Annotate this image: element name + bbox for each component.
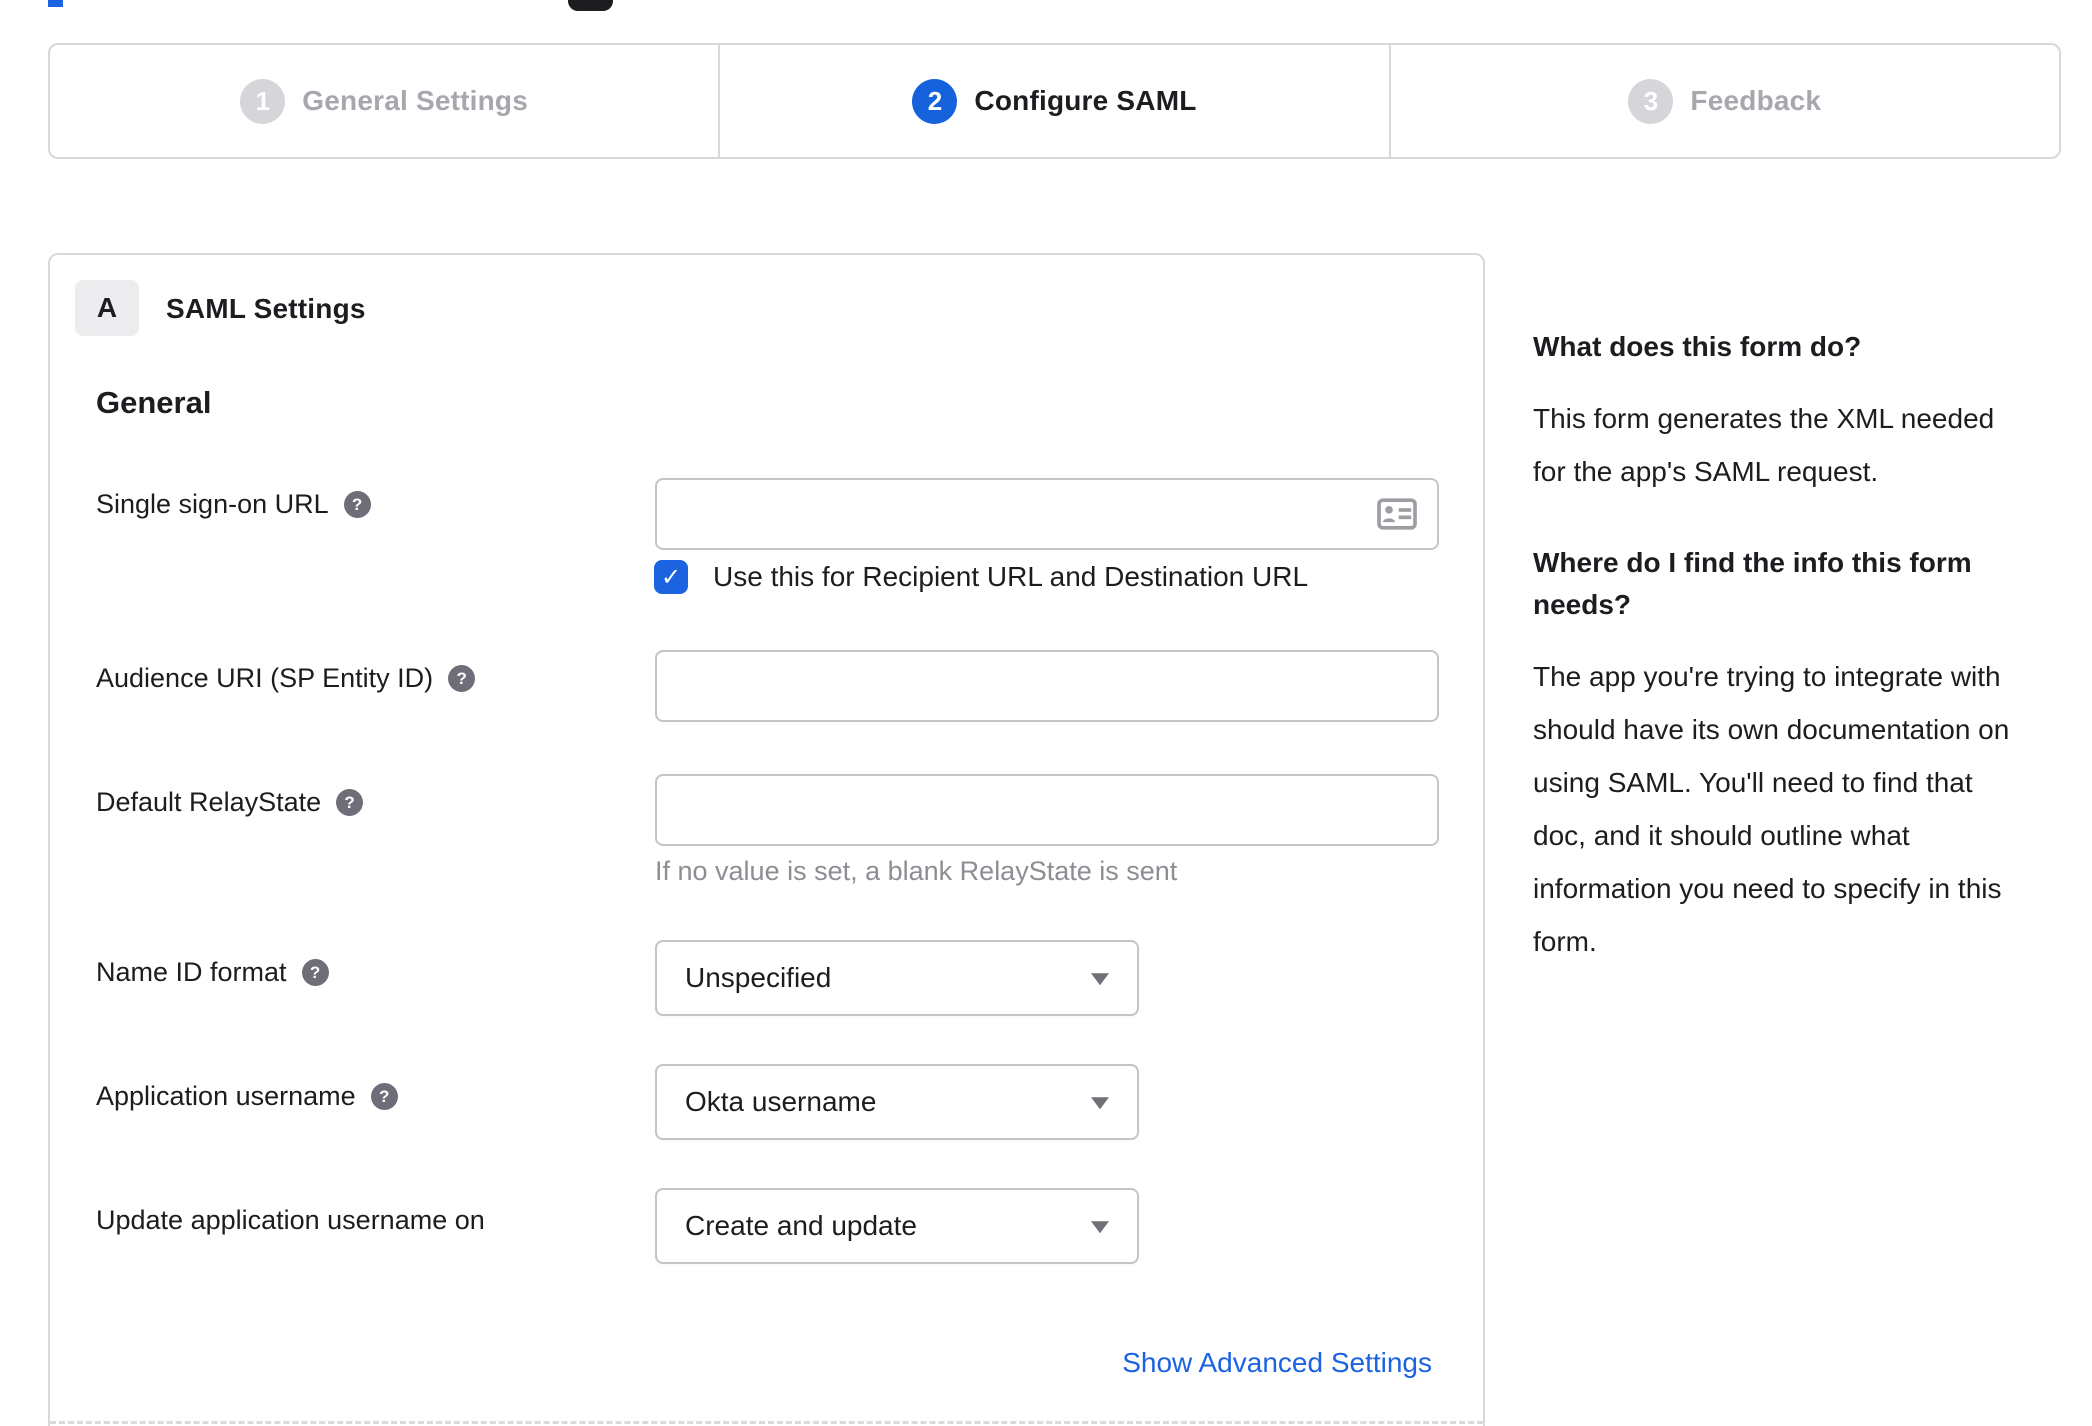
sso-recipient-checkbox-row: ✓ Use this for Recipient URL and Destina… xyxy=(654,560,1308,594)
app-username-select[interactable]: Okta username xyxy=(655,1064,1139,1140)
relay-state-input-wrap xyxy=(655,774,1439,846)
step-2-label: Configure SAML xyxy=(974,85,1197,116)
app-username-label-row: Application username ? xyxy=(96,1081,398,1112)
sso-url-help-icon[interactable]: ? xyxy=(343,491,371,518)
relay-state-help-icon[interactable]: ? xyxy=(336,789,364,816)
step-1-label: General Settings xyxy=(302,85,529,116)
step-configure-saml[interactable]: 2 Configure SAML xyxy=(718,45,1388,157)
saml-settings-panel: A SAML Settings General Single sign-on U… xyxy=(48,253,1485,1426)
name-id-format-label: Name ID format xyxy=(96,957,287,987)
section-title: SAML Settings xyxy=(166,293,366,324)
app-username-value: Okta username xyxy=(685,1086,877,1117)
audience-uri-label: Audience URI (SP Entity ID) xyxy=(96,663,434,693)
update-app-username-label: Update application username on xyxy=(96,1205,485,1235)
app-username-label: Application username xyxy=(96,1081,356,1111)
update-app-username-value: Create and update xyxy=(685,1210,917,1241)
relay-state-label: Default RelayState xyxy=(96,787,322,817)
help-question-2-title: Where do I find the info this form needs… xyxy=(1533,547,1972,620)
clipped-app-logo xyxy=(568,0,613,11)
relay-state-label-row: Default RelayState ? xyxy=(96,787,364,818)
chevron-down-icon xyxy=(1091,973,1109,986)
chevron-down-icon xyxy=(1091,1221,1109,1234)
step-feedback[interactable]: 3 Feedback xyxy=(1388,45,2059,157)
use-for-recipient-checkbox-label: Use this for Recipient URL and Destinati… xyxy=(713,561,1309,592)
clipped-blue-element xyxy=(48,0,63,7)
help-question-1-title: What does this form do? xyxy=(1533,331,1862,362)
section-a-badge: A xyxy=(75,280,139,336)
help-question-2-body: The app you're trying to integrate with … xyxy=(1533,661,2010,957)
app-username-help-icon[interactable]: ? xyxy=(370,1083,398,1110)
step-3-number-badge: 3 xyxy=(1628,78,1674,124)
name-id-format-help-icon[interactable]: ? xyxy=(301,959,329,986)
section-dashed-divider xyxy=(50,1421,1483,1424)
step-general-settings[interactable]: 1 General Settings xyxy=(50,45,718,157)
sso-url-label-row: Single sign-on URL ? xyxy=(96,489,371,520)
sso-url-label: Single sign-on URL xyxy=(96,489,329,519)
relay-state-input[interactable] xyxy=(655,774,1439,846)
name-id-format-label-row: Name ID format ? xyxy=(96,957,329,988)
chevron-down-icon xyxy=(1091,1097,1109,1110)
sso-url-input-wrap xyxy=(655,478,1439,550)
step-3-label: Feedback xyxy=(1690,85,1822,116)
update-app-username-label-row: Update application username on xyxy=(96,1205,485,1236)
configure-saml-page: 1 General Settings 2 Configure SAML 3 Fe… xyxy=(0,0,2092,1426)
audience-uri-input[interactable] xyxy=(655,650,1439,722)
help-question-1-body: This form generates the XML needed for t… xyxy=(1533,403,1995,487)
name-id-format-select[interactable]: Unspecified xyxy=(655,940,1139,1016)
step-2-number-badge: 2 xyxy=(912,78,958,124)
wizard-stepper: 1 General Settings 2 Configure SAML 3 Fe… xyxy=(48,43,2061,159)
use-for-recipient-checkbox[interactable]: ✓ xyxy=(654,560,688,594)
name-id-format-value: Unspecified xyxy=(685,962,832,993)
update-app-username-select[interactable]: Create and update xyxy=(655,1188,1139,1264)
step-1-number-badge: 1 xyxy=(240,78,286,124)
relay-state-hint: If no value is set, a blank RelayState i… xyxy=(655,856,1178,886)
show-advanced-settings-link[interactable]: Show Advanced Settings xyxy=(1122,1347,1432,1379)
help-sidebar: What does this form do? This form genera… xyxy=(1533,326,2053,1012)
audience-uri-input-wrap xyxy=(655,650,1439,722)
audience-uri-label-row: Audience URI (SP Entity ID) ? xyxy=(96,663,476,694)
general-group-heading: General xyxy=(96,385,212,420)
sso-url-input[interactable] xyxy=(655,478,1439,550)
audience-uri-help-icon[interactable]: ? xyxy=(448,665,476,692)
